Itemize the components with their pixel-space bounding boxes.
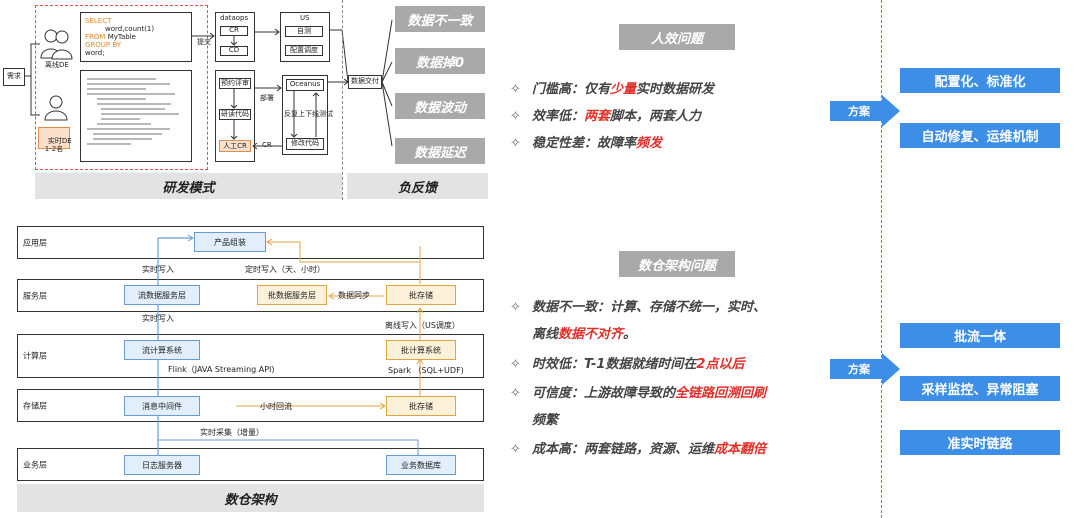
realtime-write-label: 实时写入: [142, 265, 174, 274]
flink-label: Flink（JAVA Streaming API): [168, 365, 275, 374]
dw-problems-title: 数仓架构问题: [619, 251, 735, 277]
batch-storage-top-box: 批存储: [386, 285, 456, 305]
realtime-write-label: 实时写入: [142, 314, 174, 323]
dw-problem-bullet: ✧ 数据不一致：计算、存储不统一，实时、: [510, 300, 767, 315]
offline-write-label: 离线写入（US调度）: [385, 321, 460, 330]
solution-item: 采样监控、异常阻塞: [900, 376, 1060, 401]
product-assembly-box: 产品组装: [194, 232, 266, 252]
diamond-icon: ✧: [510, 300, 521, 315]
diamond-icon: ✧: [510, 386, 521, 401]
architecture-caption: 数仓架构: [17, 484, 484, 512]
diamond-icon: ✧: [510, 109, 521, 124]
dw-problem-bullet: ✧ 成本高：两套链路，资源、运维成本翻倍: [510, 442, 767, 457]
spark-label: Spark （SQL+UDF): [388, 366, 464, 375]
efficiency-bullet: ✧ 门槛高：仅有少量实时数据研发: [510, 82, 715, 97]
stream-compute-box: 流计算系统: [124, 340, 200, 360]
solution-item: 自动修复、运维机制: [900, 123, 1060, 148]
solution-arrow-label: 方案: [848, 105, 870, 118]
hourly-backflow-label: 小时回流: [260, 402, 292, 411]
diamond-icon: ✧: [510, 82, 521, 97]
scheduled-write-label: 定时写入（天、小时）: [245, 265, 325, 274]
biz-db-box: 业务数据库: [386, 455, 456, 475]
log-server-box: 日志服务器: [124, 455, 200, 475]
batch-service-box: 批数据服务层: [257, 285, 327, 305]
dw-problem-bullet-cont: 离线数据不对齐。: [532, 327, 637, 342]
solution-arrow-label: 方案: [848, 363, 870, 376]
data-sync-label: 数据同步: [338, 291, 370, 300]
batch-storage-bottom-box: 批存储: [386, 396, 456, 416]
solution-item: 批流一体: [900, 323, 1060, 348]
diamond-icon: ✧: [510, 442, 521, 457]
efficiency-bullet: ✧ 效率低：两套脚本，两套人力: [510, 109, 702, 124]
diamond-icon: ✧: [510, 136, 521, 151]
efficiency-bullet: ✧ 稳定性差：故障率频发: [510, 136, 663, 151]
solution-item: 准实时链路: [900, 430, 1060, 455]
message-middleware-box: 消息中间件: [124, 396, 200, 416]
solution-item: 配置化、标准化: [900, 68, 1060, 93]
stream-service-box: 流数据服务层: [124, 285, 200, 305]
dw-problem-bullet-cont: 频繁: [532, 413, 559, 428]
dw-problem-bullet: ✧ 时效低：T-1数据就绪时间在2点以后: [510, 357, 745, 372]
realtime-collect-label: 实时采集（增量）: [200, 428, 264, 437]
efficiency-title: 人效问题: [619, 24, 735, 50]
batch-compute-box: 批计算系统: [386, 340, 456, 360]
dw-problem-bullet: ✧ 可信度：上游故障导致的全链路回溯回刷: [510, 386, 767, 401]
solutions-divider: [881, 0, 882, 518]
diamond-icon: ✧: [510, 357, 521, 372]
